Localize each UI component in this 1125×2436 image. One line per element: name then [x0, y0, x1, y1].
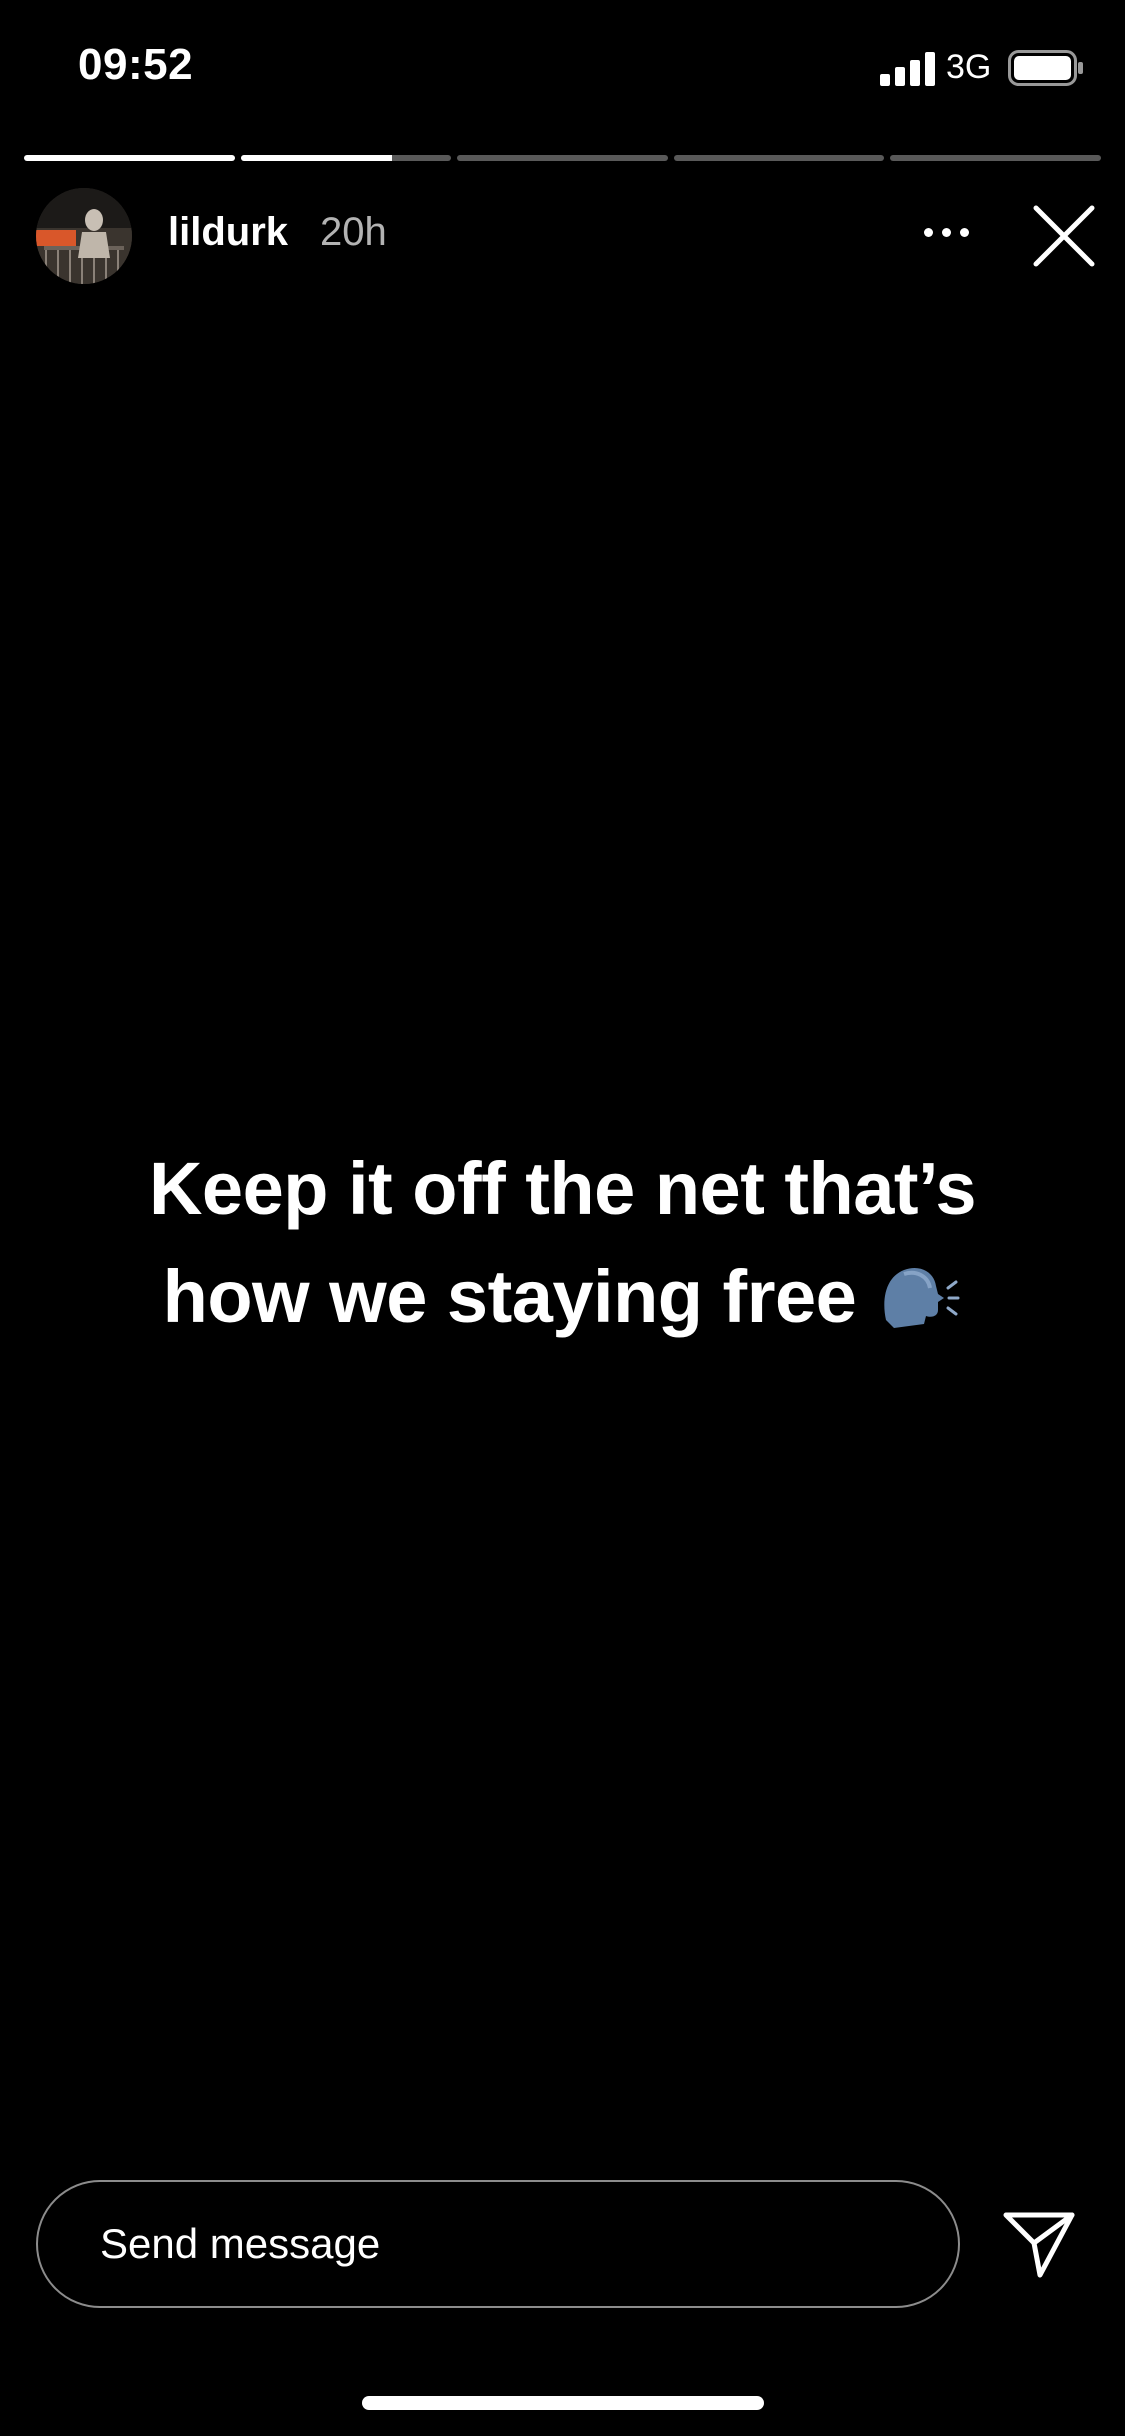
- send-message-placeholder: Send message: [100, 2220, 381, 2267]
- status-bar: 09:52 3G: [0, 0, 1125, 140]
- story-progress-segment: [890, 155, 1101, 161]
- close-icon[interactable]: [1030, 202, 1098, 270]
- story-caption-line-2: how we staying free: [162, 1255, 857, 1338]
- paper-plane-icon[interactable]: [1000, 2205, 1078, 2283]
- send-message-input[interactable]: Send message: [36, 2180, 960, 2308]
- profile-avatar[interactable]: [36, 188, 132, 284]
- story-progress-segment: [673, 155, 885, 161]
- story-progress: [24, 155, 1101, 161]
- battery-icon: [1008, 50, 1083, 86]
- avatar-image: [36, 188, 132, 284]
- story-progress-segment: [24, 155, 235, 161]
- story-progress-segment: [240, 155, 452, 161]
- story-username[interactable]: lildurk: [168, 210, 288, 255]
- cellular-signal-icon: [880, 52, 935, 86]
- story-caption: Keep it off the net that’s how we stayin…: [60, 1135, 1065, 1351]
- network-type: 3G: [946, 48, 992, 86]
- story-header: lildurk 20h: [0, 180, 1125, 290]
- status-time: 09:52: [78, 40, 194, 89]
- story-caption-line-1: Keep it off the net that’s: [148, 1147, 977, 1230]
- home-indicator[interactable]: [362, 2396, 764, 2410]
- speaking-head-emoji-icon: [884, 1267, 960, 1328]
- story-caption-line-2-wrap: how we staying free: [60, 1243, 1065, 1351]
- story-progress-segment: [457, 155, 668, 161]
- story-timestamp: 20h: [320, 210, 387, 254]
- more-options-icon[interactable]: [916, 208, 976, 256]
